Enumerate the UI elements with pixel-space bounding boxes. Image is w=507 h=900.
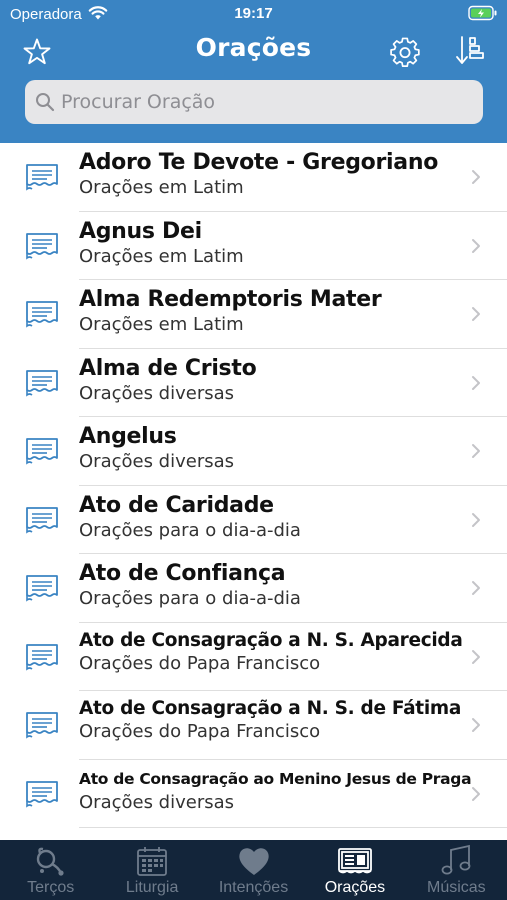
tab-label: Liturgia <box>125 879 179 896</box>
prayer-list-item[interactable]: Adoro Te Devote - Gregoriano Orações em L… <box>0 143 507 212</box>
prayer-category: Orações do Papa Francisco <box>79 721 321 742</box>
prayer-list-item[interactable]: Ato de Consagração a N. S. de Fátima Oraç… <box>0 691 507 760</box>
app-screen: Operadora 19:17 Orações Procurar Oração … <box>0 0 507 900</box>
page-title: Orações <box>195 33 312 62</box>
prayer-title: Alma Redemptoris Mater <box>79 287 382 312</box>
prayer-category: Orações em Latim <box>79 177 244 198</box>
prayer-text-group: Agnus Dei Orações em Latim <box>79 219 467 267</box>
prayer-card-icon <box>24 505 60 539</box>
prayer-list-item[interactable]: Ato de Consagração ao Menino Jesus de Pr… <box>0 760 507 828</box>
prayer-text-group: Alma de Cristo Orações diversas <box>79 356 467 404</box>
sort-order-icon[interactable] <box>453 34 485 72</box>
chevron-right-icon <box>471 717 481 737</box>
chevron-right-icon <box>471 169 481 189</box>
prayer-card-icon <box>24 573 60 607</box>
prayer-title: Ato de Consagração a N. S. de Fátima <box>79 698 462 719</box>
search-input[interactable] <box>61 91 461 113</box>
tab-intencoes[interactable]: Intenções <box>203 840 304 900</box>
prayer-list-item[interactable]: Ato de Consagração a N. S. Aparecida Oraç… <box>0 623 507 691</box>
prayer-card-icon <box>24 231 60 265</box>
prayer-text-group: Alma Redemptoris Mater Orações em Latim <box>79 287 467 335</box>
prayer-category: Orações para o dia-a-dia <box>79 519 301 541</box>
prayer-card-icon <box>24 368 60 402</box>
prayer-category: Orações diversas <box>79 451 235 472</box>
calendar-icon <box>135 844 169 878</box>
prayer-list-item[interactable]: Alma Redemptoris Mater Orações em Latim <box>0 280 507 349</box>
prayer-title: Alma de Cristo <box>79 355 257 381</box>
heart-icon <box>236 844 272 878</box>
prayer-text-group: Ato de Caridade Orações para o dia-a-dia <box>79 493 467 541</box>
prayer-list-item[interactable]: Agnus Dei Orações em Latim <box>0 212 507 280</box>
prayer-title: Ato de Caridade <box>79 492 274 518</box>
search-bar[interactable] <box>25 80 483 124</box>
prayer-title: Angelus <box>79 424 177 449</box>
prayer-category: Orações diversas <box>79 382 235 404</box>
chevron-right-icon <box>471 786 481 806</box>
prayer-category: Orações em Latim <box>79 314 244 335</box>
prayer-text-group: Ato de Consagração ao Menino Jesus de Pr… <box>79 767 472 813</box>
tab-label: Orações <box>324 879 386 896</box>
prayer-list-item[interactable]: Ato de Caridade Orações para o dia-a-dia <box>0 486 507 554</box>
tab-label: Intenções <box>218 879 289 896</box>
music-note-icon <box>439 844 473 878</box>
tab-label: Músicas <box>426 879 486 896</box>
tab-musicas[interactable]: Músicas <box>406 840 507 900</box>
chevron-right-icon <box>471 443 481 463</box>
chevron-right-icon <box>471 306 481 326</box>
prayer-card-icon <box>24 642 60 676</box>
prayer-category: Orações para o dia-a-dia <box>79 588 301 609</box>
tab-liturgia[interactable]: Liturgia <box>101 840 202 900</box>
status-bar: Operadora 19:17 <box>0 0 507 28</box>
prayer-list-item[interactable]: Angelus Orações diversas <box>0 417 507 486</box>
prayer-text-group: Ato de Consagração a N. S. de Fátima Oraç… <box>79 698 467 742</box>
prayer-cards-icon <box>337 844 373 878</box>
tab-label: Terços <box>27 879 75 896</box>
rosary-icon <box>34 844 68 878</box>
prayer-title: Ato de Consagração a N. S. Aparecida <box>79 629 463 651</box>
chevron-right-icon <box>471 238 481 258</box>
prayer-card-icon <box>24 779 60 813</box>
battery-icon <box>468 5 498 25</box>
prayer-list-item[interactable]: Alma de Cristo Orações diversas <box>0 349 507 417</box>
prayer-text-group: Adoro Te Devote - Gregoriano Orações em L… <box>79 150 467 198</box>
prayer-title: Adoro Te Devote - Gregoriano <box>79 150 439 175</box>
prayer-title: Agnus Dei <box>79 218 202 244</box>
header: Operadora 19:17 Orações Procurar Oração <box>0 0 507 143</box>
prayer-list-item-partial[interactable] <box>0 828 507 840</box>
chevron-right-icon <box>471 375 481 395</box>
prayer-card-icon <box>24 710 60 744</box>
chevron-right-icon <box>471 580 481 600</box>
prayer-card-icon <box>24 436 60 470</box>
prayer-card-icon <box>24 162 60 196</box>
tab-oracoes[interactable]: Orações <box>304 840 405 900</box>
prayer-text-group: Ato de Confiança Orações para o dia-a-dia <box>79 561 467 609</box>
tab-bar: Terços Liturgia Intenções Orações Músicas <box>0 840 507 900</box>
prayer-text-group: Angelus Orações diversas <box>79 424 467 472</box>
search-icon <box>35 92 55 112</box>
prayer-list-item[interactable]: Ato de Confiança Orações para o dia-a-dia <box>0 554 507 623</box>
prayer-title: Ato de Consagração ao Menino Jesus de Pr… <box>79 769 472 788</box>
status-time: 19:17 <box>234 5 273 22</box>
prayer-category: Orações diversas <box>79 791 235 813</box>
prayer-card-icon <box>24 299 60 333</box>
chevron-right-icon <box>471 512 481 532</box>
settings-gear-icon[interactable] <box>389 37 421 73</box>
prayer-list[interactable]: Adoro Te Devote - Gregoriano Orações em L… <box>0 143 507 840</box>
prayer-text-group: Ato de Consagração a N. S. Aparecida Oraç… <box>79 630 467 674</box>
chevron-right-icon <box>471 649 481 669</box>
tab-tercos[interactable]: Terços <box>0 840 101 900</box>
prayer-title: Ato de Confiança <box>79 561 286 586</box>
prayer-category: Orações do Papa Francisco <box>79 652 321 674</box>
prayer-category: Orações em Latim <box>79 245 244 267</box>
